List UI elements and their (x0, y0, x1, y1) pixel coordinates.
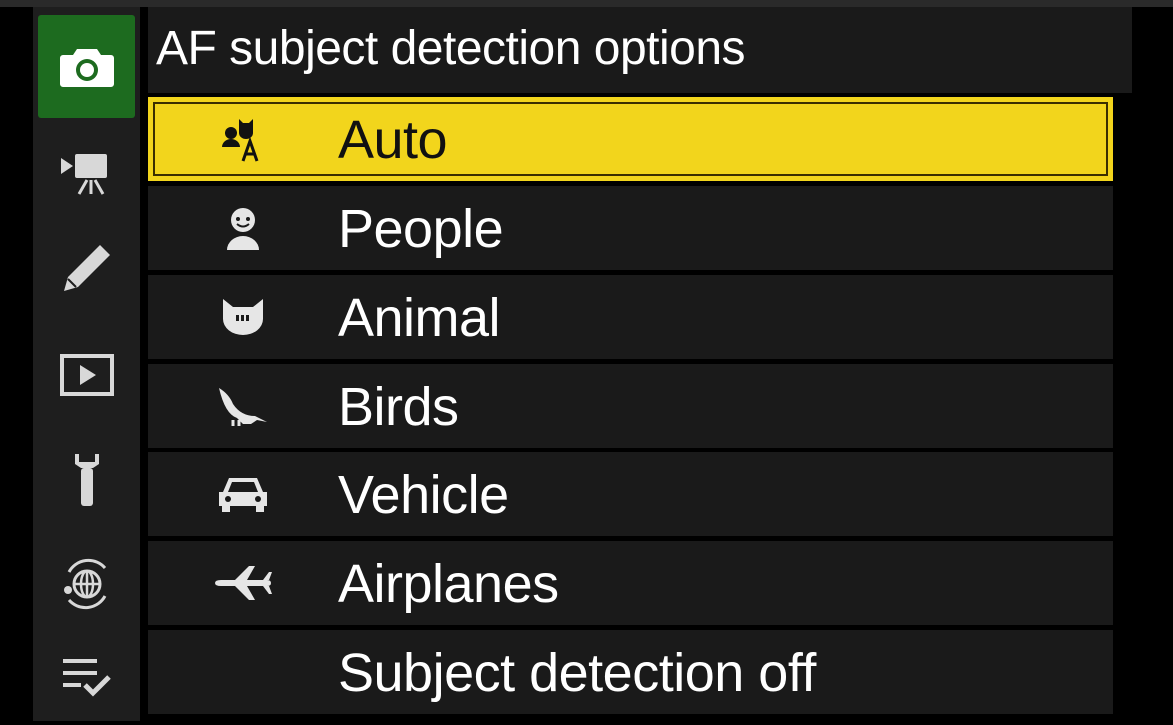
top-strip (0, 0, 1173, 7)
option-label: Airplanes (338, 554, 559, 614)
tab-my-menu[interactable] (38, 629, 135, 725)
option-auto[interactable]: Auto (148, 97, 1113, 181)
car-icon (208, 452, 278, 536)
auto-subject-icon (208, 97, 278, 181)
tab-video-recording-menu[interactable] (38, 124, 135, 220)
tab-custom-settings-menu[interactable] (38, 220, 135, 316)
option-label: People (338, 199, 504, 259)
airplane-icon (208, 541, 278, 625)
network-icon (59, 556, 115, 612)
tab-network-menu[interactable] (38, 536, 135, 632)
option-label: Animal (338, 288, 501, 348)
option-label: Birds (338, 377, 459, 437)
menu-header: AF subject detection options (148, 7, 1132, 93)
option-animal[interactable]: Animal (148, 275, 1113, 359)
my-menu-icon (59, 653, 115, 701)
animal-icon (208, 275, 278, 359)
menu-sidebar (33, 7, 140, 721)
tab-playback-menu[interactable] (38, 327, 135, 423)
person-icon (208, 186, 278, 270)
playback-icon (59, 353, 115, 397)
page-title: AF subject detection options (156, 22, 746, 75)
pencil-icon (60, 241, 114, 295)
option-vehicle[interactable]: Vehicle (148, 452, 1113, 536)
wrench-icon (67, 452, 107, 508)
option-label: Subject detection off (338, 643, 816, 703)
option-people[interactable]: People (148, 186, 1113, 270)
option-label: Auto (338, 110, 448, 170)
bird-icon (208, 364, 278, 448)
option-label: Vehicle (338, 465, 509, 525)
camera-icon (59, 45, 115, 89)
option-airplanes[interactable]: Airplanes (148, 541, 1113, 625)
movie-camera-icon (59, 148, 115, 196)
tab-setup-menu[interactable] (38, 432, 135, 528)
tab-photo-shooting-menu[interactable] (38, 15, 135, 118)
option-birds[interactable]: Birds (148, 364, 1113, 448)
option-subject-detection-off[interactable]: Subject detection off (148, 630, 1113, 714)
